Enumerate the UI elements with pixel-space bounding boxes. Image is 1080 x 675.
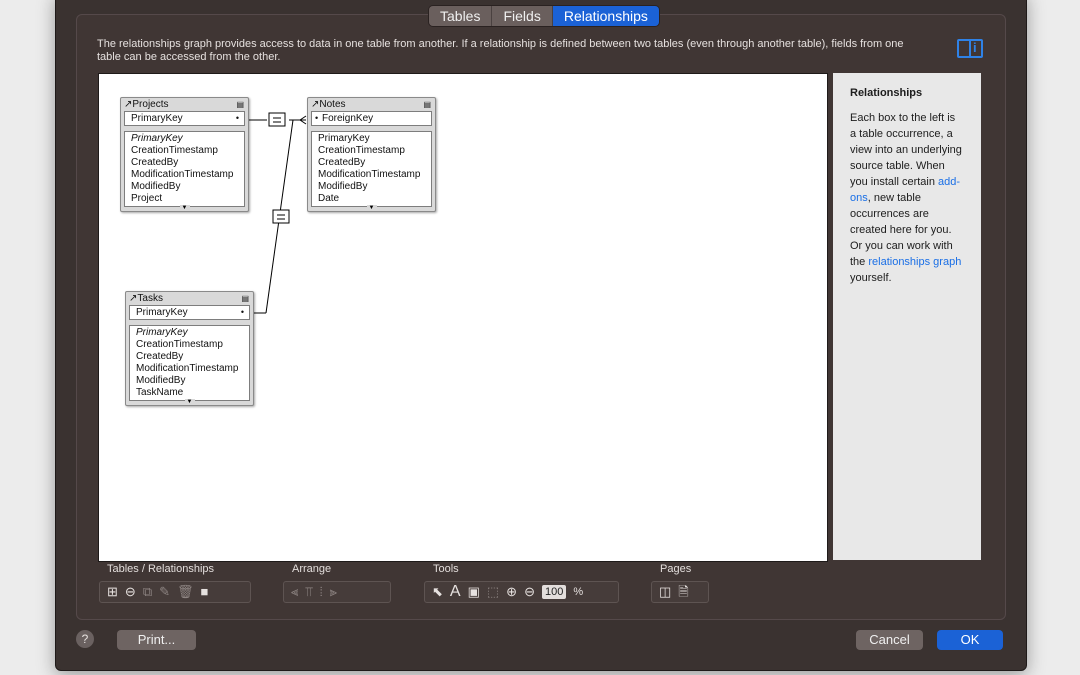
description-text: The relationships graph provides access … (97, 38, 904, 63)
match-field: • ForeignKey (311, 111, 432, 126)
color-swatch-icon[interactable]: ■ (201, 585, 209, 599)
page-setup-icon[interactable]: 🗎 (678, 585, 688, 599)
sidebar-title: Relationships (850, 87, 923, 99)
zoom-out-icon[interactable]: ⊖ (524, 585, 535, 599)
table-occurrence-tasks[interactable]: ↗Tasks ▤ PrimaryKey • PrimaryKey CreationT… (125, 291, 254, 406)
pages-toolbar: ◫ 🗎 (651, 581, 709, 603)
edit-pencil-icon[interactable]: ✎ (159, 585, 170, 599)
info-icon: i (973, 40, 977, 55)
tables-toolbar: ⊞ ⊖ ⧉ ✎ 🗑 ■ (99, 581, 251, 603)
ok-button[interactable]: OK (937, 630, 1003, 650)
section-label-pages: Pages (660, 563, 692, 575)
resize-icon[interactable]: ⫸ (330, 585, 337, 599)
text-tool-icon[interactable]: A (450, 584, 461, 600)
scroll-down-icon[interactable]: ▼ (184, 399, 195, 405)
cancel-button[interactable]: Cancel (856, 630, 923, 650)
align-top-icon[interactable]: ⫪ (305, 585, 312, 599)
tab-bar: Tables Fields Relationships (428, 5, 660, 27)
note-tool-icon[interactable]: ▣ (468, 585, 480, 599)
zoom-in-icon[interactable]: ⊕ (506, 585, 517, 599)
relationships-graph-link[interactable]: relationships graph (868, 256, 961, 268)
scroll-down-icon[interactable]: ▼ (366, 205, 377, 211)
help-button[interactable]: ? (76, 630, 94, 648)
scroll-down-icon[interactable]: ▼ (179, 205, 190, 211)
sidebar-text: Each box to the left is a table occurren… (850, 112, 962, 284)
add-table-icon[interactable]: ⊞ (107, 585, 118, 599)
section-label-tables: Tables / Relationships (107, 563, 215, 575)
table-occurrence-projects[interactable]: ↗Projects ▤ PrimaryKey • PrimaryKey Creati… (120, 97, 249, 212)
panel-divider-icon (969, 41, 971, 56)
add-relationship-icon[interactable]: ⊖ (125, 585, 136, 599)
relationships-graph[interactable]: ↗Projects ▤ PrimaryKey • PrimaryKey Creati… (98, 73, 828, 562)
sidebar-toggle-button[interactable]: i (957, 39, 983, 58)
zoom-unit: % (573, 586, 584, 598)
tab-relationships[interactable]: Relationships (551, 6, 659, 26)
info-sidebar: Relationships Each box to the left is a … (833, 73, 981, 560)
field-list: PrimaryKey CreationTimestamp CreatedBy M… (124, 131, 245, 207)
tab-fields[interactable]: Fields (491, 6, 552, 26)
duplicate-icon[interactable]: ⧉ (143, 585, 152, 599)
table-occurrence-notes[interactable]: ↗Notes ▤ • ForeignKey PrimaryKey CreationT… (307, 97, 436, 212)
zoom-level-field[interactable]: 100 (541, 585, 567, 599)
table-header: ↗Projects ▤ (124, 99, 244, 110)
align-left-icon[interactable]: ⫷ (291, 585, 298, 599)
arrange-toolbar: ⫷ ⫪ ⦙ ⫸ (283, 581, 391, 603)
field-list: PrimaryKey CreationTimestamp CreatedBy M… (129, 325, 250, 401)
trash-icon[interactable]: 🗑 (177, 585, 194, 599)
section-label-arrange: Arrange (292, 563, 332, 575)
page-layout-icon[interactable]: ◫ (659, 585, 671, 599)
tab-tables[interactable]: Tables (429, 6, 492, 26)
print-button[interactable]: Print... (117, 630, 196, 650)
distribute-icon[interactable]: ⦙ (320, 585, 323, 599)
tools-toolbar: ⬉ A ▣ ⬚ ⊕ ⊖ 100 % (424, 581, 619, 603)
section-label-tools: Tools (433, 563, 459, 575)
select-tool-icon[interactable]: ⬚ (487, 585, 499, 599)
tasks-notes-operator-icon (272, 209, 290, 224)
field-list: PrimaryKey CreationTimestamp CreatedBy M… (311, 131, 432, 207)
pointer-tool-icon[interactable]: ⬉ (432, 585, 443, 599)
table-header: ↗Tasks ▤ (129, 293, 249, 304)
match-field: PrimaryKey • (129, 305, 250, 320)
table-header: ↗Notes ▤ (311, 99, 431, 110)
match-field: PrimaryKey • (124, 111, 245, 126)
projects-notes-operator-icon (268, 112, 286, 127)
